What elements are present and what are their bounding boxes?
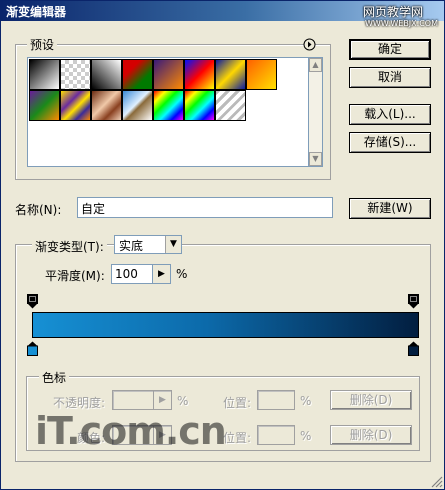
dropdown-arrow-icon[interactable]: ▼ <box>165 236 181 253</box>
preset-swatch-blue-red-yellow[interactable] <box>184 59 215 90</box>
title-bar[interactable]: 渐变编辑器 网页教学网 WWW.WEBJX.COM <box>1 1 444 28</box>
smoothness-label: 平滑度(M): <box>45 269 105 283</box>
load-button[interactable]: 载入(L)... <box>349 104 431 125</box>
resize-grip-icon[interactable] <box>429 474 443 488</box>
color-location-unit: % <box>300 429 312 443</box>
preset-swatch-black-white[interactable] <box>29 59 60 90</box>
opacity-unit: % <box>177 394 189 408</box>
presets-scrollbar[interactable]: ▲ ▼ <box>308 57 323 167</box>
smoothness-arrow-icon[interactable]: ▶ <box>152 265 170 283</box>
presets-label: 预设 <box>27 36 58 53</box>
presets-menu-icon[interactable] <box>303 38 316 51</box>
smoothness-unit: % <box>176 267 188 281</box>
opacity-location-unit: % <box>300 394 312 408</box>
delete-opacity-stop-button[interactable]: 删除(D) <box>330 390 412 410</box>
opacity-stop-right-icon[interactable] <box>408 294 419 312</box>
name-label: 名称(N): <box>15 203 62 217</box>
preset-swatch-transparent-rainbow[interactable] <box>184 90 215 121</box>
preset-swatch-orange-yellow[interactable] <box>246 59 277 90</box>
preset-swatch-grid <box>27 57 309 167</box>
preset-swatch-blue-yellow-blue[interactable] <box>215 59 246 90</box>
scroll-down-icon[interactable]: ▼ <box>309 152 322 166</box>
gradient-preview-bar[interactable] <box>32 312 419 338</box>
gradient-editor-window: 渐变编辑器 网页教学网 WWW.WEBJX.COM 预设 ▲ ▼ 确定 取消 载… <box>0 0 445 490</box>
cancel-button[interactable]: 取消 <box>349 67 431 88</box>
preset-swatch-copper[interactable] <box>91 90 122 121</box>
smoothness-input[interactable]: 100 ▶ <box>111 264 171 284</box>
preset-swatch-spectrum[interactable] <box>153 90 184 121</box>
watermark-url: WWW.WEBJX.COM <box>365 19 438 28</box>
preset-swatch-black-white-reverse[interactable] <box>91 59 122 90</box>
opacity-stop-left-icon[interactable] <box>27 294 38 312</box>
opacity-location-input[interactable] <box>257 390 295 410</box>
gradient-type-value: 实底 <box>119 239 144 253</box>
preset-swatch-violet-green-orange[interactable] <box>29 90 60 121</box>
save-button[interactable]: 存储(S)... <box>349 132 431 153</box>
preset-swatch-violet-orange[interactable] <box>153 59 184 90</box>
ok-button[interactable]: 确定 <box>349 39 431 60</box>
watermark-bottom: iT.com.cn <box>35 409 227 453</box>
delete-color-stop-button[interactable]: 删除(D) <box>330 425 412 445</box>
name-input-value: 自定 <box>81 202 106 216</box>
gradient-type-select[interactable]: 实底 ▼ <box>114 235 182 254</box>
name-input[interactable]: 自定 <box>77 197 333 218</box>
window-title: 渐变编辑器 <box>6 5 67 19</box>
color-stop-right-icon[interactable] <box>408 341 419 359</box>
opacity-input[interactable]: ▶ <box>112 390 172 410</box>
color-location-label: 位置: <box>223 431 252 445</box>
preset-swatch-chrome[interactable] <box>122 90 153 121</box>
smoothness-value: 100 <box>115 267 138 281</box>
stops-label: 色标 <box>39 369 70 386</box>
scroll-up-icon[interactable]: ▲ <box>309 58 322 72</box>
watermark-text: 网页教学网 <box>363 5 424 19</box>
preset-swatch-transparent-stripes[interactable] <box>215 90 246 121</box>
preset-swatch-transparent[interactable] <box>60 59 91 90</box>
gradient-type-label: 渐变类型(T): <box>32 238 107 255</box>
color-stop-left-icon[interactable] <box>27 341 38 359</box>
opacity-arrow-icon[interactable]: ▶ <box>153 391 171 409</box>
preset-swatch-yellow-violet-orange[interactable] <box>60 90 91 121</box>
preset-swatch-red-green[interactable] <box>122 59 153 90</box>
new-button[interactable]: 新建(W) <box>349 198 431 219</box>
opacity-location-label: 位置: <box>223 396 252 410</box>
color-location-input[interactable] <box>257 425 295 445</box>
